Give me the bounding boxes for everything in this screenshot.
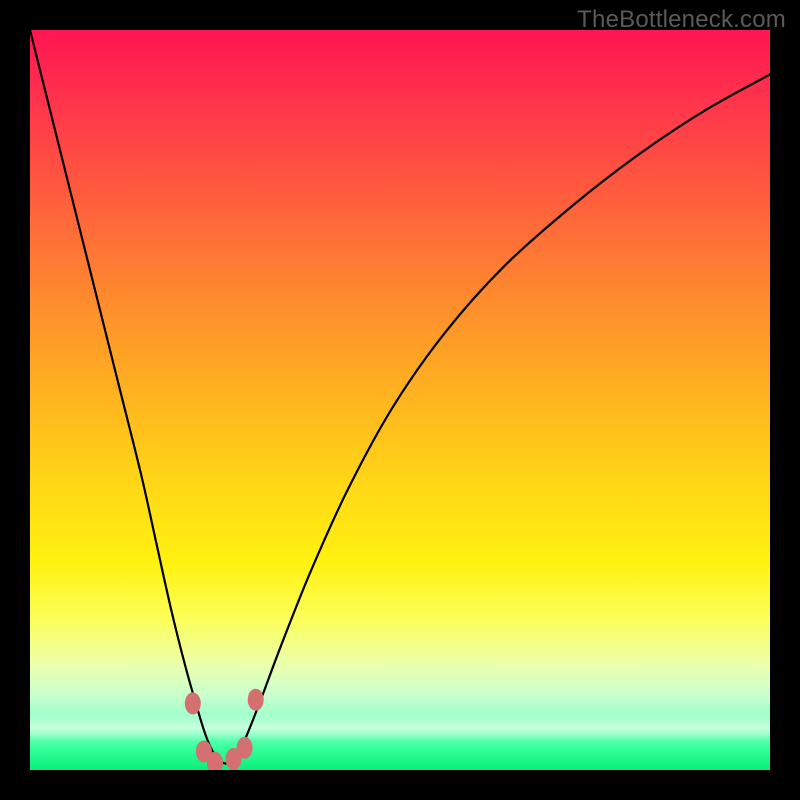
plot-area xyxy=(30,30,770,770)
curve-svg xyxy=(30,30,770,770)
watermark-text: TheBottleneck.com xyxy=(577,6,786,34)
curve-marker xyxy=(237,737,253,759)
curve-marker xyxy=(185,692,201,714)
curve-markers xyxy=(185,689,264,770)
curve-marker xyxy=(248,689,264,711)
chart-frame: TheBottleneck.com xyxy=(0,0,800,800)
bottleneck-curve xyxy=(30,30,770,764)
